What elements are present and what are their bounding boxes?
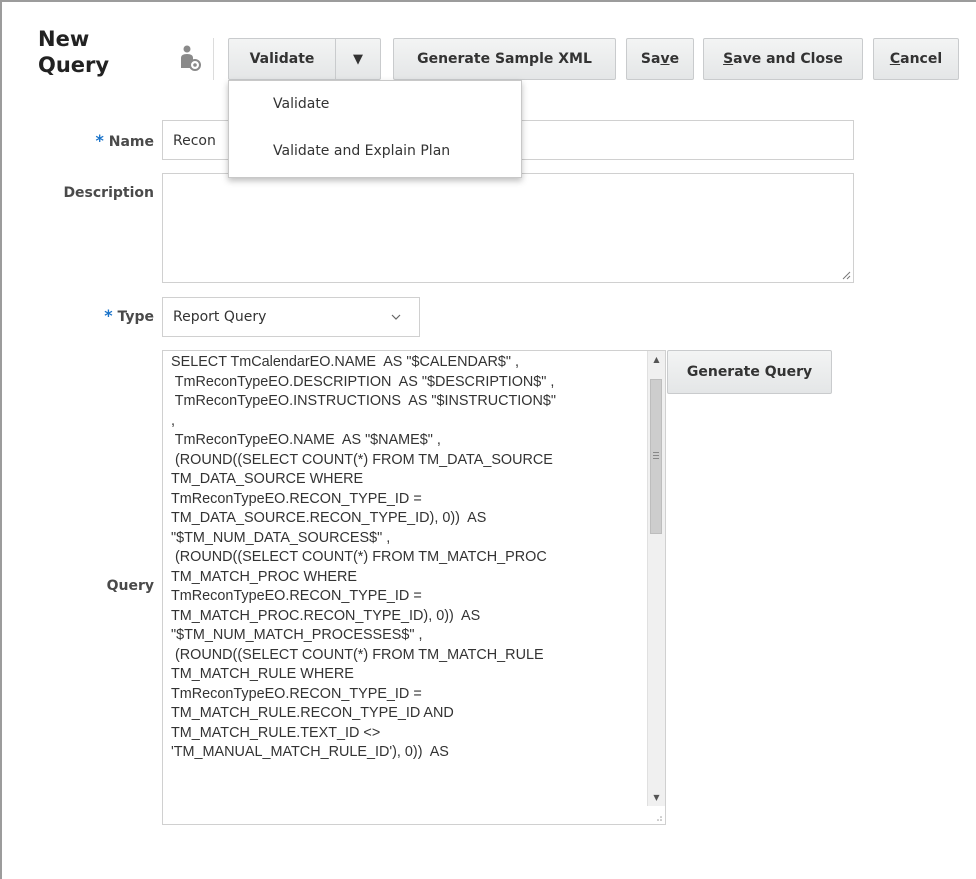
name-label-text: Name: [108, 134, 154, 150]
query-line: TmReconTypeEO.RECON_TYPE_ID =: [171, 685, 422, 702]
generate-sample-xml-button[interactable]: Generate Sample XML: [393, 38, 616, 80]
scroll-up-icon[interactable]: ▲: [648, 351, 665, 368]
required-marker: *: [104, 306, 113, 325]
query-line: ,: [171, 412, 175, 429]
validate-dropdown-menu: Validate Validate and Explain Plan: [228, 80, 522, 178]
scrollbar-thumb[interactable]: [650, 379, 662, 534]
save-close-label: ave and Close: [733, 51, 843, 67]
name-label: * Name: [96, 131, 155, 150]
query-line: TM_MATCH_PROC WHERE: [171, 568, 358, 585]
page-title: New Query: [38, 27, 110, 77]
query-scrollbar[interactable]: ▲ ▼: [647, 351, 665, 806]
menu-item-validate-explain-plan[interactable]: Validate and Explain Plan: [273, 143, 450, 159]
query-label: Query: [106, 578, 154, 594]
query-line: TmReconTypeEO.RECON_TYPE_ID =: [171, 588, 422, 604]
query-line: SELECT TmCalendarEO.NAME AS "$CALENDAR$"…: [171, 354, 519, 370]
save-label-post: e: [669, 51, 680, 67]
validate-button[interactable]: Validate: [229, 39, 336, 79]
save-close-mnemonic: S: [723, 51, 734, 67]
description-textarea[interactable]: [162, 173, 854, 283]
query-line: TmReconTypeEO.DESCRIPTION AS "$DESCRIPTI…: [171, 373, 555, 390]
required-marker: *: [95, 131, 104, 150]
query-line: TmReconTypeEO.NAME AS "$NAME$" ,: [171, 432, 441, 448]
chevron-down-icon: [391, 314, 401, 320]
window-left-border: [0, 0, 2, 879]
query-line: TM_MATCH_RULE.TEXT_ID <>: [171, 724, 381, 741]
query-line: TM_MATCH_RULE WHERE: [171, 666, 354, 682]
query-line: TM_DATA_SOURCE.RECON_TYPE_ID), 0)) AS: [171, 510, 487, 526]
query-line: (ROUND((SELECT COUNT(*) FROM TM_MATCH_PR…: [171, 549, 547, 565]
cancel-label: ancel: [900, 51, 943, 67]
query-line: 'TM_MANUAL_MATCH_RULE_ID'), 0)) AS: [171, 744, 449, 760]
save-mnemonic: v: [660, 51, 670, 67]
cancel-button[interactable]: Cancel: [873, 38, 959, 80]
user-gear-icon: [178, 44, 202, 72]
query-line: (ROUND((SELECT COUNT(*) FROM TM_MATCH_RU…: [171, 646, 544, 663]
query-text: SELECT TmCalendarEO.NAME AS "$CALENDAR$"…: [171, 353, 647, 763]
resize-handle-icon[interactable]: [653, 812, 663, 822]
save-label-pre: Sa: [640, 51, 661, 67]
query-line: TmReconTypeEO.INSTRUCTIONS AS "$INSTRUCT…: [171, 393, 556, 409]
query-line: "$TM_NUM_MATCH_PROCESSES$" ,: [171, 627, 423, 643]
query-line: (ROUND((SELECT COUNT(*) FROM TM_DATA_SOU…: [171, 451, 553, 468]
save-and-close-button[interactable]: Save and Close: [703, 38, 863, 80]
query-line: TM_MATCH_RULE.RECON_TYPE_ID AND: [171, 705, 454, 721]
validate-split-button[interactable]: Validate ▼: [228, 38, 381, 80]
query-line: TM_MATCH_PROC.RECON_TYPE_ID), 0)) AS: [171, 607, 481, 624]
type-select[interactable]: Report Query: [162, 297, 420, 337]
window-top-border: [0, 0, 976, 2]
generate-query-button[interactable]: Generate Query: [667, 350, 832, 394]
resize-handle-icon[interactable]: [841, 270, 851, 280]
query-line: TmReconTypeEO.RECON_TYPE_ID =: [171, 490, 422, 507]
cancel-mnemonic: C: [889, 51, 901, 67]
query-line: "$TM_NUM_DATA_SOURCES$" ,: [171, 529, 391, 546]
scroll-down-icon[interactable]: ▼: [648, 789, 665, 806]
validate-menu-arrow-icon[interactable]: ▼: [336, 39, 380, 79]
query-textarea[interactable]: SELECT TmCalendarEO.NAME AS "$CALENDAR$"…: [162, 350, 666, 825]
menu-item-validate[interactable]: Validate: [273, 96, 329, 112]
save-button[interactable]: Sa v e: [626, 38, 694, 80]
description-label: Description: [63, 185, 154, 201]
type-select-value: Report Query: [173, 309, 267, 325]
toolbar-separator: [213, 38, 214, 80]
query-line: TM_DATA_SOURCE WHERE: [171, 471, 364, 487]
type-label-text: Type: [117, 309, 154, 325]
type-label: * Type: [104, 306, 154, 325]
